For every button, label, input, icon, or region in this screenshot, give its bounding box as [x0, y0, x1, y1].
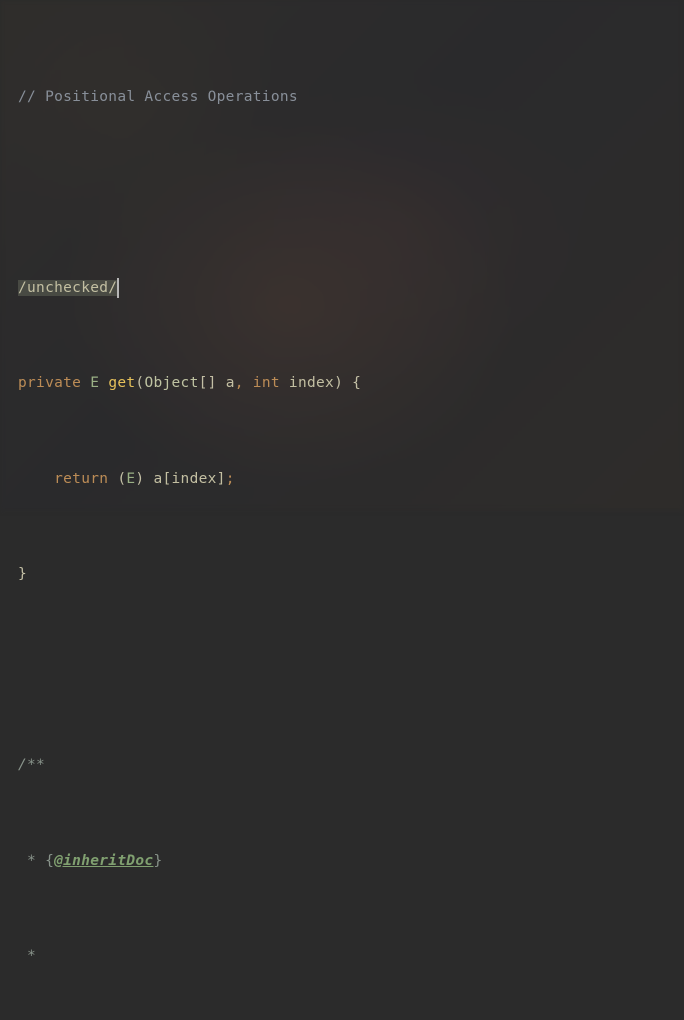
brace: { — [45, 853, 54, 869]
type-Object: Object — [144, 375, 198, 391]
code-line[interactable]: * — [18, 941, 684, 973]
code-line[interactable]: } — [18, 559, 684, 591]
javadoc-star: * — [18, 948, 36, 964]
code-line[interactable]: /** — [18, 750, 684, 782]
tag-inheritDoc: @inheritDoc — [54, 853, 153, 869]
paren: ( — [108, 471, 126, 487]
brace: } — [153, 853, 162, 869]
code-editor[interactable]: // Positional Access Operations /uncheck… — [0, 0, 684, 510]
comma: , — [235, 375, 244, 391]
javadoc-star: * — [18, 853, 45, 869]
brace-close: } — [18, 566, 27, 582]
code-line[interactable] — [18, 177, 684, 209]
semicolon: ; — [226, 471, 235, 487]
kw-return: return — [18, 471, 108, 487]
comment-text: // Positional Access Operations — [18, 89, 298, 105]
code-line[interactable]: return (E) a[index]; — [18, 464, 684, 496]
param-a: a — [217, 375, 235, 391]
brackets: [] — [199, 375, 217, 391]
javadoc-open: /** — [18, 757, 45, 773]
code-line[interactable]: private E get(Object[] a, int index) { — [18, 368, 684, 400]
paren-brace: ) { — [334, 375, 361, 391]
kw-private: private — [18, 375, 81, 391]
method-get: get — [108, 375, 135, 391]
param-index: index — [280, 375, 334, 391]
code-line[interactable]: /unchecked/ — [18, 273, 684, 305]
code-line[interactable]: * {@inheritDoc} — [18, 846, 684, 878]
code-line[interactable]: // Positional Access Operations — [18, 82, 684, 114]
annotation-unchecked: /unchecked/ — [18, 280, 117, 296]
type-E: E — [90, 375, 99, 391]
kw-int: int — [244, 375, 280, 391]
code-line[interactable] — [18, 655, 684, 687]
array-access: a[index] — [144, 471, 225, 487]
